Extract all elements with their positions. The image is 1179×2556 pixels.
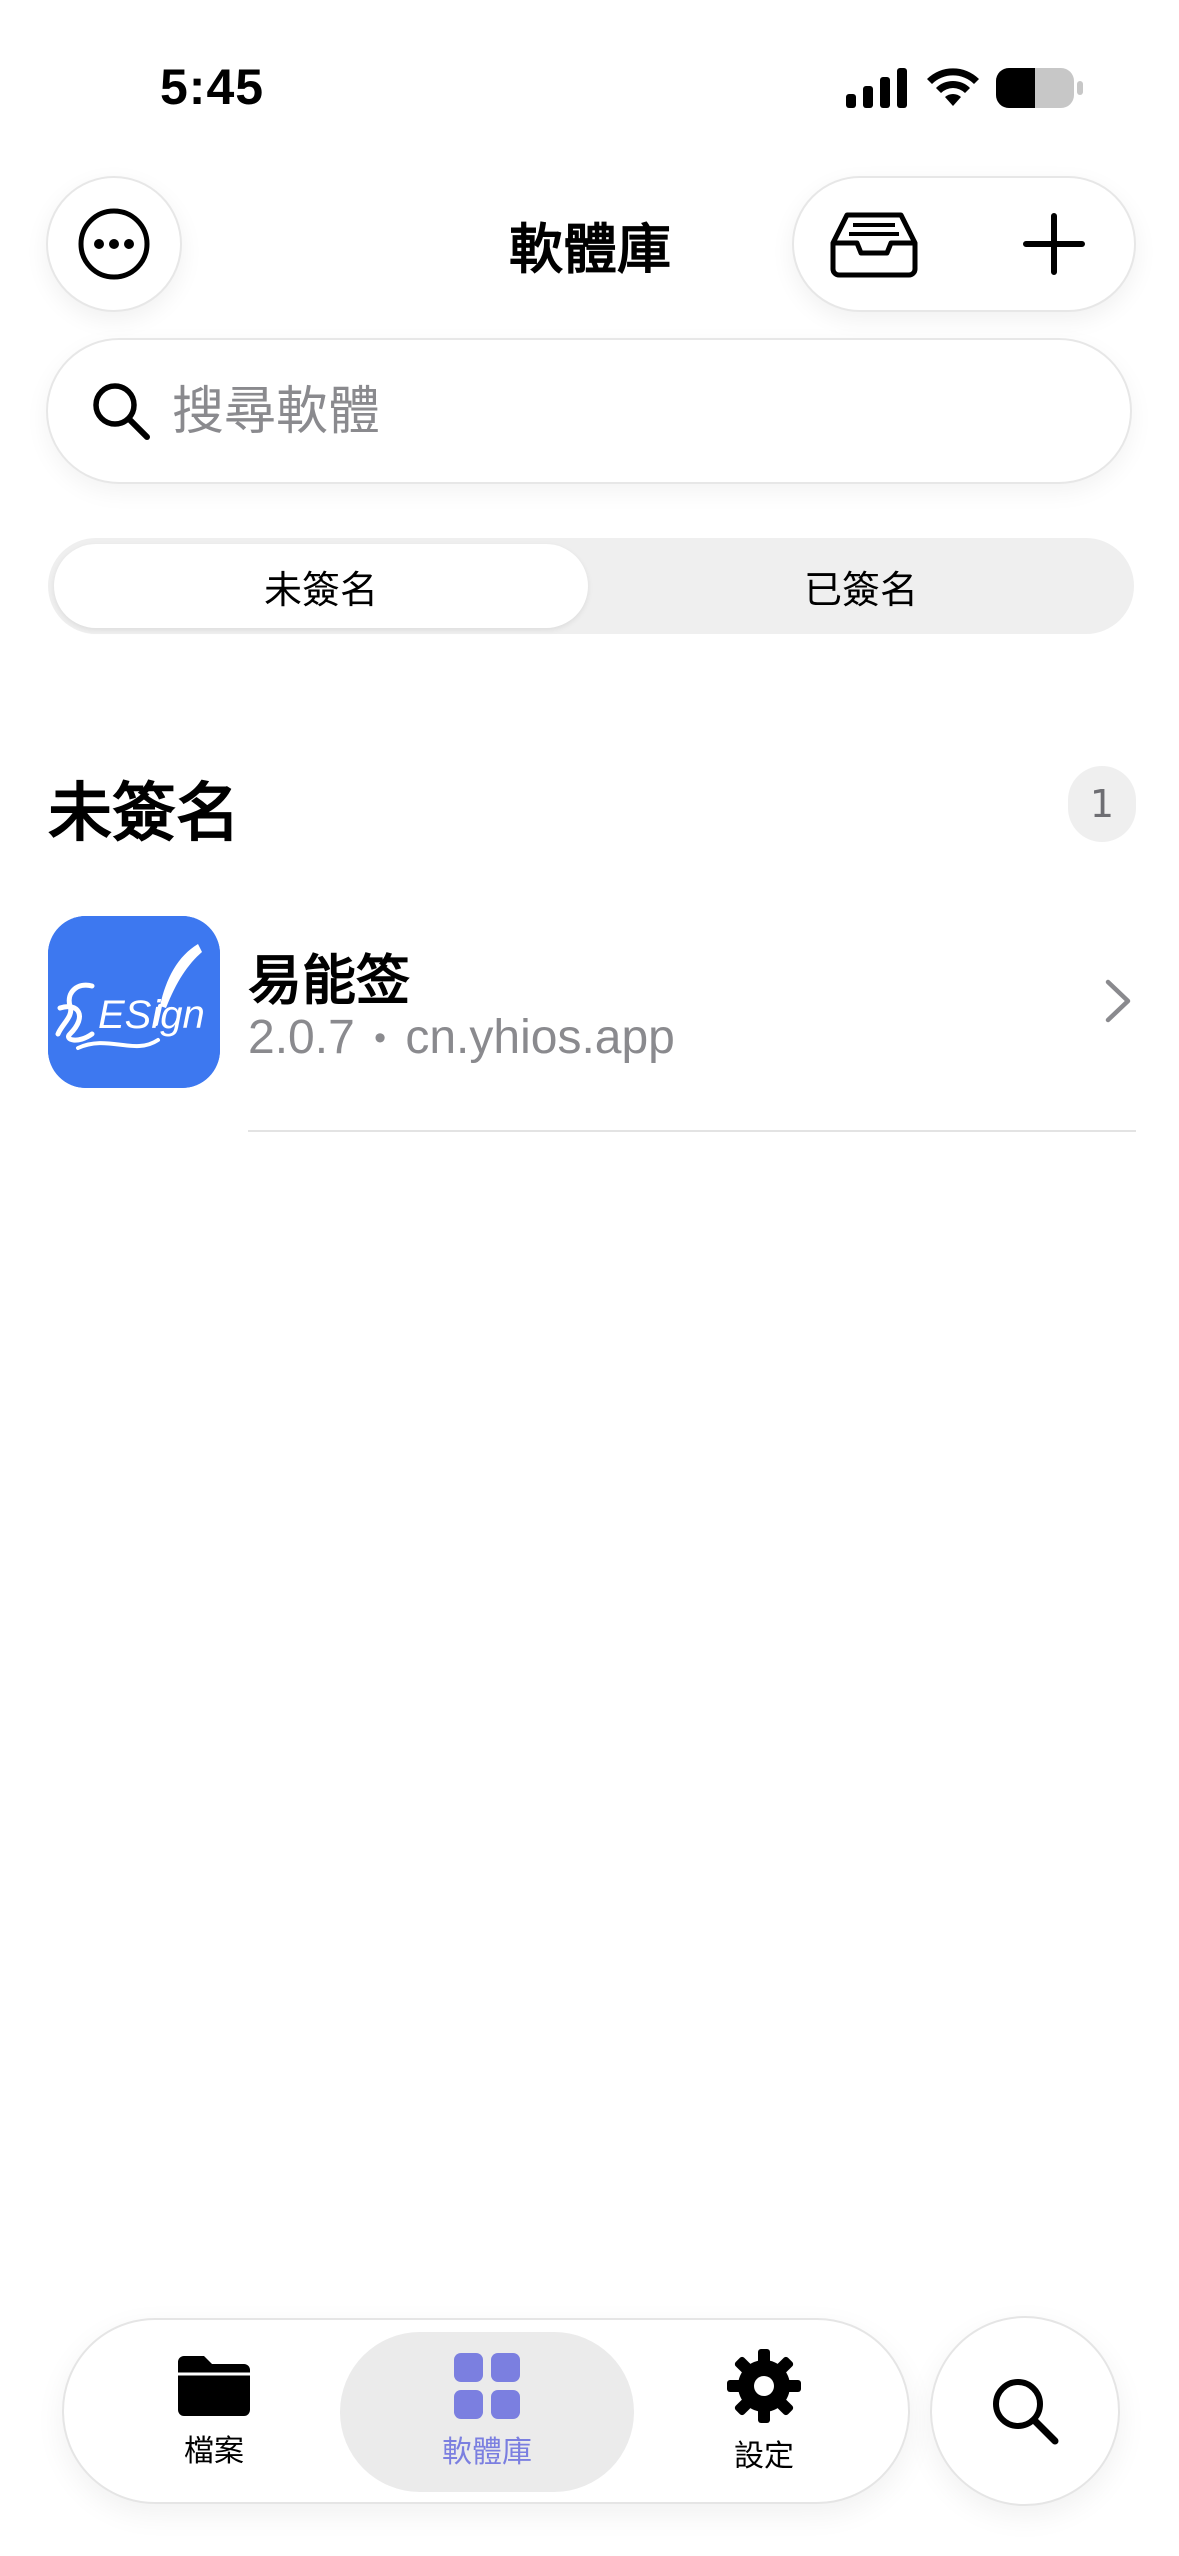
section-count-badge: 1 bbox=[1068, 766, 1136, 842]
app-bundle-id: cn.yhios.app bbox=[405, 1011, 675, 1064]
tab-files-label: 檔案 bbox=[184, 2434, 244, 2469]
tab-files[interactable]: 檔案 bbox=[114, 2332, 314, 2492]
inbox-button[interactable] bbox=[824, 204, 924, 284]
gear-icon bbox=[727, 2349, 801, 2423]
search-bar[interactable] bbox=[46, 338, 1132, 484]
tab-library-label: 軟體庫 bbox=[442, 2435, 532, 2470]
row-divider bbox=[248, 1130, 1136, 1132]
segment-unsigned[interactable]: 未簽名 bbox=[54, 544, 588, 628]
segment-signed[interactable]: 已簽名 bbox=[594, 544, 1128, 628]
app-screen: 5:45 軟體庫 搜尋軟體 未簽名 已簽名 未簽名 1 ESign 易能签 2.… bbox=[0, 0, 1179, 2556]
app-meta: 2.0.7 • cn.yhios.app bbox=[248, 1010, 675, 1065]
tab-library[interactable]: 軟體庫 bbox=[340, 2332, 634, 2492]
tab-settings[interactable]: 設定 bbox=[664, 2332, 864, 2492]
app-list-item[interactable]: ESign 易能签 2.0.7 • cn.yhios.app bbox=[0, 906, 1179, 1132]
meta-separator: • bbox=[374, 1019, 387, 1057]
app-icon: ESign bbox=[48, 916, 220, 1088]
search-tab-button[interactable] bbox=[930, 2316, 1120, 2506]
tab-bar: 檔案 軟體庫 設定 bbox=[62, 2318, 910, 2504]
tab-settings-label: 設定 bbox=[734, 2439, 794, 2474]
more-button[interactable] bbox=[46, 176, 182, 312]
search-icon bbox=[993, 2379, 1059, 2445]
app-version: 2.0.7 bbox=[248, 1011, 355, 1064]
app-icon-text: ESign bbox=[98, 993, 205, 1037]
search-input[interactable] bbox=[172, 374, 1072, 450]
page-title: 軟體庫 bbox=[509, 218, 671, 281]
chevron-right-icon bbox=[1105, 979, 1131, 1023]
folder-icon bbox=[178, 2356, 250, 2416]
wifi-icon bbox=[927, 68, 979, 106]
status-time: 5:45 bbox=[160, 59, 265, 115]
search-icon bbox=[93, 383, 150, 440]
tray-icon bbox=[830, 212, 918, 278]
cellular-signal-icon bbox=[846, 68, 907, 108]
header-actions bbox=[792, 176, 1136, 312]
grid-icon bbox=[454, 2353, 520, 2419]
plus-icon bbox=[1023, 213, 1085, 275]
signing-segmented-control: 未簽名 已簽名 bbox=[48, 538, 1134, 634]
status-bar: 5:45 bbox=[0, 0, 1179, 170]
battery-icon bbox=[996, 68, 1083, 108]
ellipsis-circle-icon bbox=[78, 208, 150, 280]
esign-logo-icon: ESign bbox=[48, 916, 220, 1088]
section-title: 未簽名 bbox=[48, 777, 240, 851]
add-button[interactable] bbox=[1004, 204, 1104, 284]
app-name: 易能签 bbox=[248, 949, 410, 1012]
